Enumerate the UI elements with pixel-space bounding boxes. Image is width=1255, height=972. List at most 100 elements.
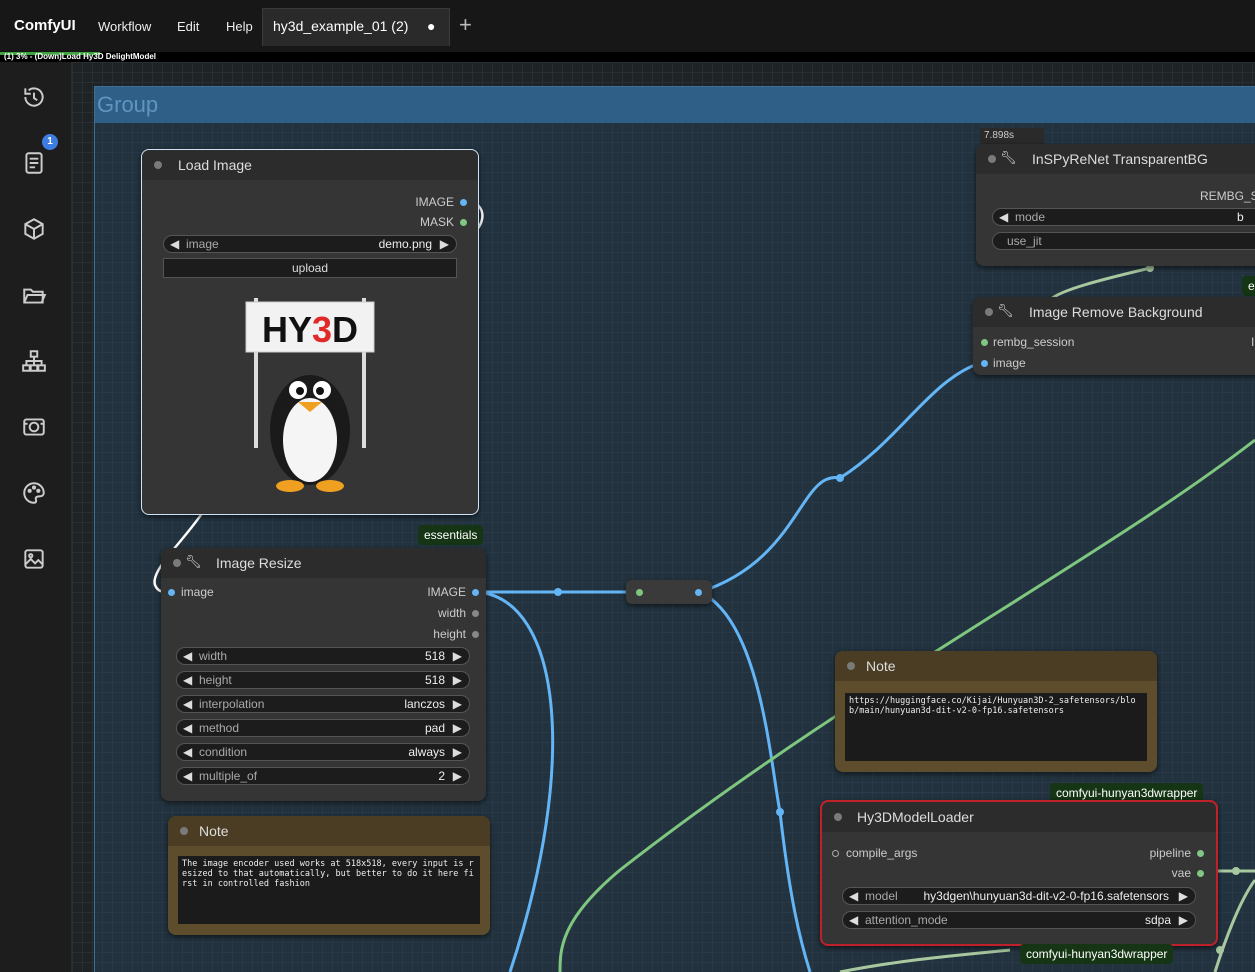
decrement-arrow-icon[interactable]: ◀ (183, 769, 192, 783)
output-pipeline-dot[interactable] (1197, 850, 1204, 857)
reroute-node[interactable] (626, 580, 712, 604)
output-mask-dot[interactable] (460, 219, 467, 226)
output-image-dot[interactable] (472, 589, 479, 596)
node-title: Note (866, 658, 896, 674)
note-node-left[interactable]: Note The image encoder used works at 518… (168, 816, 490, 935)
note-textarea[interactable]: https://huggingface.co/Kijai/Hunyuan3D-2… (845, 693, 1147, 761)
widget-value: 518 (424, 649, 445, 663)
collapse-dot-icon[interactable] (988, 155, 996, 163)
hy3d-model-loader-node[interactable]: Hy3DModelLoader compile_args pipeline va… (820, 800, 1218, 946)
node-title-bar[interactable]: Load Image (142, 150, 478, 180)
mode-widget[interactable]: ◀ mode b (992, 208, 1255, 226)
output-image-label-partial: I (1251, 335, 1255, 349)
output-height-label: height (433, 627, 466, 641)
node-title-bar[interactable]: Note (168, 816, 490, 846)
output-width-label: width (437, 606, 466, 620)
inspyrenet-node[interactable]: 🔧︎ InSPyReNet TransparentBG REMBG_S ◀ mo… (976, 144, 1255, 266)
load-image-node[interactable]: Load Image IMAGE MASK ◀ image demo.png ▶… (141, 149, 479, 515)
node-title: InSPyReNet TransparentBG (1032, 151, 1208, 167)
output-image-label: IMAGE (415, 195, 454, 209)
decrement-arrow-icon[interactable]: ◀ (183, 745, 192, 759)
image-remove-background-node[interactable]: 🔧︎ Image Remove Background rembg_session… (973, 297, 1255, 375)
node-title-bar[interactable]: 🔧︎ Image Resize (161, 548, 486, 578)
increment-arrow-icon[interactable]: ▶ (453, 673, 462, 687)
height-widget[interactable]: ◀ height 518 ▶ (176, 671, 470, 689)
essentials-badge: essentials (418, 525, 484, 545)
node-title-bar[interactable]: Hy3DModelLoader (822, 802, 1216, 832)
decrement-arrow-icon[interactable]: ◀ (183, 673, 192, 687)
increment-arrow-icon[interactable]: ▶ (453, 697, 462, 711)
use-jit-widget[interactable]: use_jit (992, 232, 1255, 250)
collapse-dot-icon[interactable] (847, 662, 855, 670)
image-select-widget[interactable]: ◀ image demo.png ▶ (163, 235, 457, 253)
note-node-right[interactable]: Note https://huggingface.co/Kijai/Hunyua… (835, 651, 1157, 772)
decrement-arrow-icon[interactable]: ◀ (849, 913, 858, 927)
essentials-badge-partial: e (1242, 276, 1255, 296)
reroute-output-dot[interactable] (695, 589, 702, 596)
widget-name: model (865, 889, 898, 903)
image-resize-node[interactable]: 🔧︎ Image Resize image IMAGE width height… (161, 548, 486, 801)
widget-name: height (199, 673, 232, 687)
widget-name: interpolation (199, 697, 265, 711)
increment-arrow-icon[interactable]: ▶ (453, 649, 462, 663)
collapse-dot-icon[interactable] (154, 161, 162, 169)
input-image-label: image (181, 585, 214, 599)
widget-value: demo.png (378, 237, 432, 251)
attention-mode-widget[interactable]: ◀ attention_mode sdpa ▶ (842, 911, 1196, 929)
note-textarea[interactable]: The image encoder used works at 518x518,… (178, 856, 480, 924)
upload-button[interactable]: upload (163, 258, 457, 278)
output-image-dot[interactable] (460, 199, 467, 206)
node-title-bar[interactable]: 🔧︎ Image Remove Background (973, 297, 1255, 327)
reroute-input-dot[interactable] (636, 589, 643, 596)
decrement-arrow-icon[interactable]: ◀ (183, 721, 192, 735)
model-select-widget[interactable]: ◀ model hy3dgen\hunyuan3d-dit-v2-0-fp16.… (842, 887, 1196, 905)
image-preview: HY3D (240, 290, 380, 500)
method-widget[interactable]: ◀ method pad ▶ (176, 719, 470, 737)
input-compile-label: compile_args (846, 846, 918, 860)
node-title: Image Resize (216, 555, 302, 571)
width-widget[interactable]: ◀ width 518 ▶ (176, 647, 470, 665)
decrement-arrow-icon[interactable]: ◀ (183, 649, 192, 663)
widget-value: 518 (424, 673, 445, 687)
increment-arrow-icon[interactable]: ▶ (440, 237, 449, 251)
increment-arrow-icon[interactable]: ▶ (453, 745, 462, 759)
increment-arrow-icon[interactable]: ▶ (453, 721, 462, 735)
widget-value: always (408, 745, 445, 759)
node-title-bar[interactable]: 🔧︎ InSPyReNet TransparentBG (976, 144, 1255, 174)
widget-value: lanczos (404, 697, 445, 711)
decrement-arrow-icon[interactable]: ◀ (183, 697, 192, 711)
input-session-label: rembg_session (993, 335, 1075, 349)
condition-widget[interactable]: ◀ condition always ▶ (176, 743, 470, 761)
input-compile-dot[interactable] (832, 850, 839, 857)
output-vae-dot[interactable] (1197, 870, 1204, 877)
input-image-dot[interactable] (981, 360, 988, 367)
node-title: Image Remove Background (1029, 304, 1203, 320)
output-width-dot[interactable] (472, 610, 479, 617)
collapse-dot-icon[interactable] (985, 308, 993, 316)
output-pipeline-label: pipeline (1149, 846, 1191, 860)
increment-arrow-icon[interactable]: ▶ (1179, 889, 1188, 903)
collapse-dot-icon[interactable] (180, 827, 188, 835)
input-image-dot[interactable] (168, 589, 175, 596)
increment-arrow-icon[interactable]: ▶ (453, 769, 462, 783)
decrement-arrow-icon[interactable]: ◀ (849, 889, 858, 903)
collapse-dot-icon[interactable] (173, 559, 181, 567)
decrement-arrow-icon[interactable]: ◀ (999, 210, 1008, 224)
multiple-of-widget[interactable]: ◀ multiple_of 2 ▶ (176, 767, 470, 785)
widget-value: pad (424, 721, 445, 735)
output-height-dot[interactable] (472, 631, 479, 638)
increment-arrow-icon[interactable]: ▶ (1179, 913, 1188, 927)
decrement-arrow-icon[interactable]: ◀ (170, 237, 179, 251)
collapse-dot-icon[interactable] (834, 813, 842, 821)
widget-value: b (1237, 210, 1244, 224)
execution-time-label: 7.898s (980, 128, 1044, 144)
node-title-bar[interactable]: Note (835, 651, 1157, 681)
widget-name: attention_mode (865, 913, 948, 927)
interpolation-widget[interactable]: ◀ interpolation lanczos ▶ (176, 695, 470, 713)
widget-name: condition (199, 745, 248, 759)
widget-name: mode (1015, 210, 1046, 224)
svg-text:HY3D: HY3D (262, 309, 358, 350)
widget-name: width (199, 649, 228, 663)
input-session-dot[interactable] (981, 339, 988, 346)
widget-name: use_jit (1007, 234, 1042, 248)
